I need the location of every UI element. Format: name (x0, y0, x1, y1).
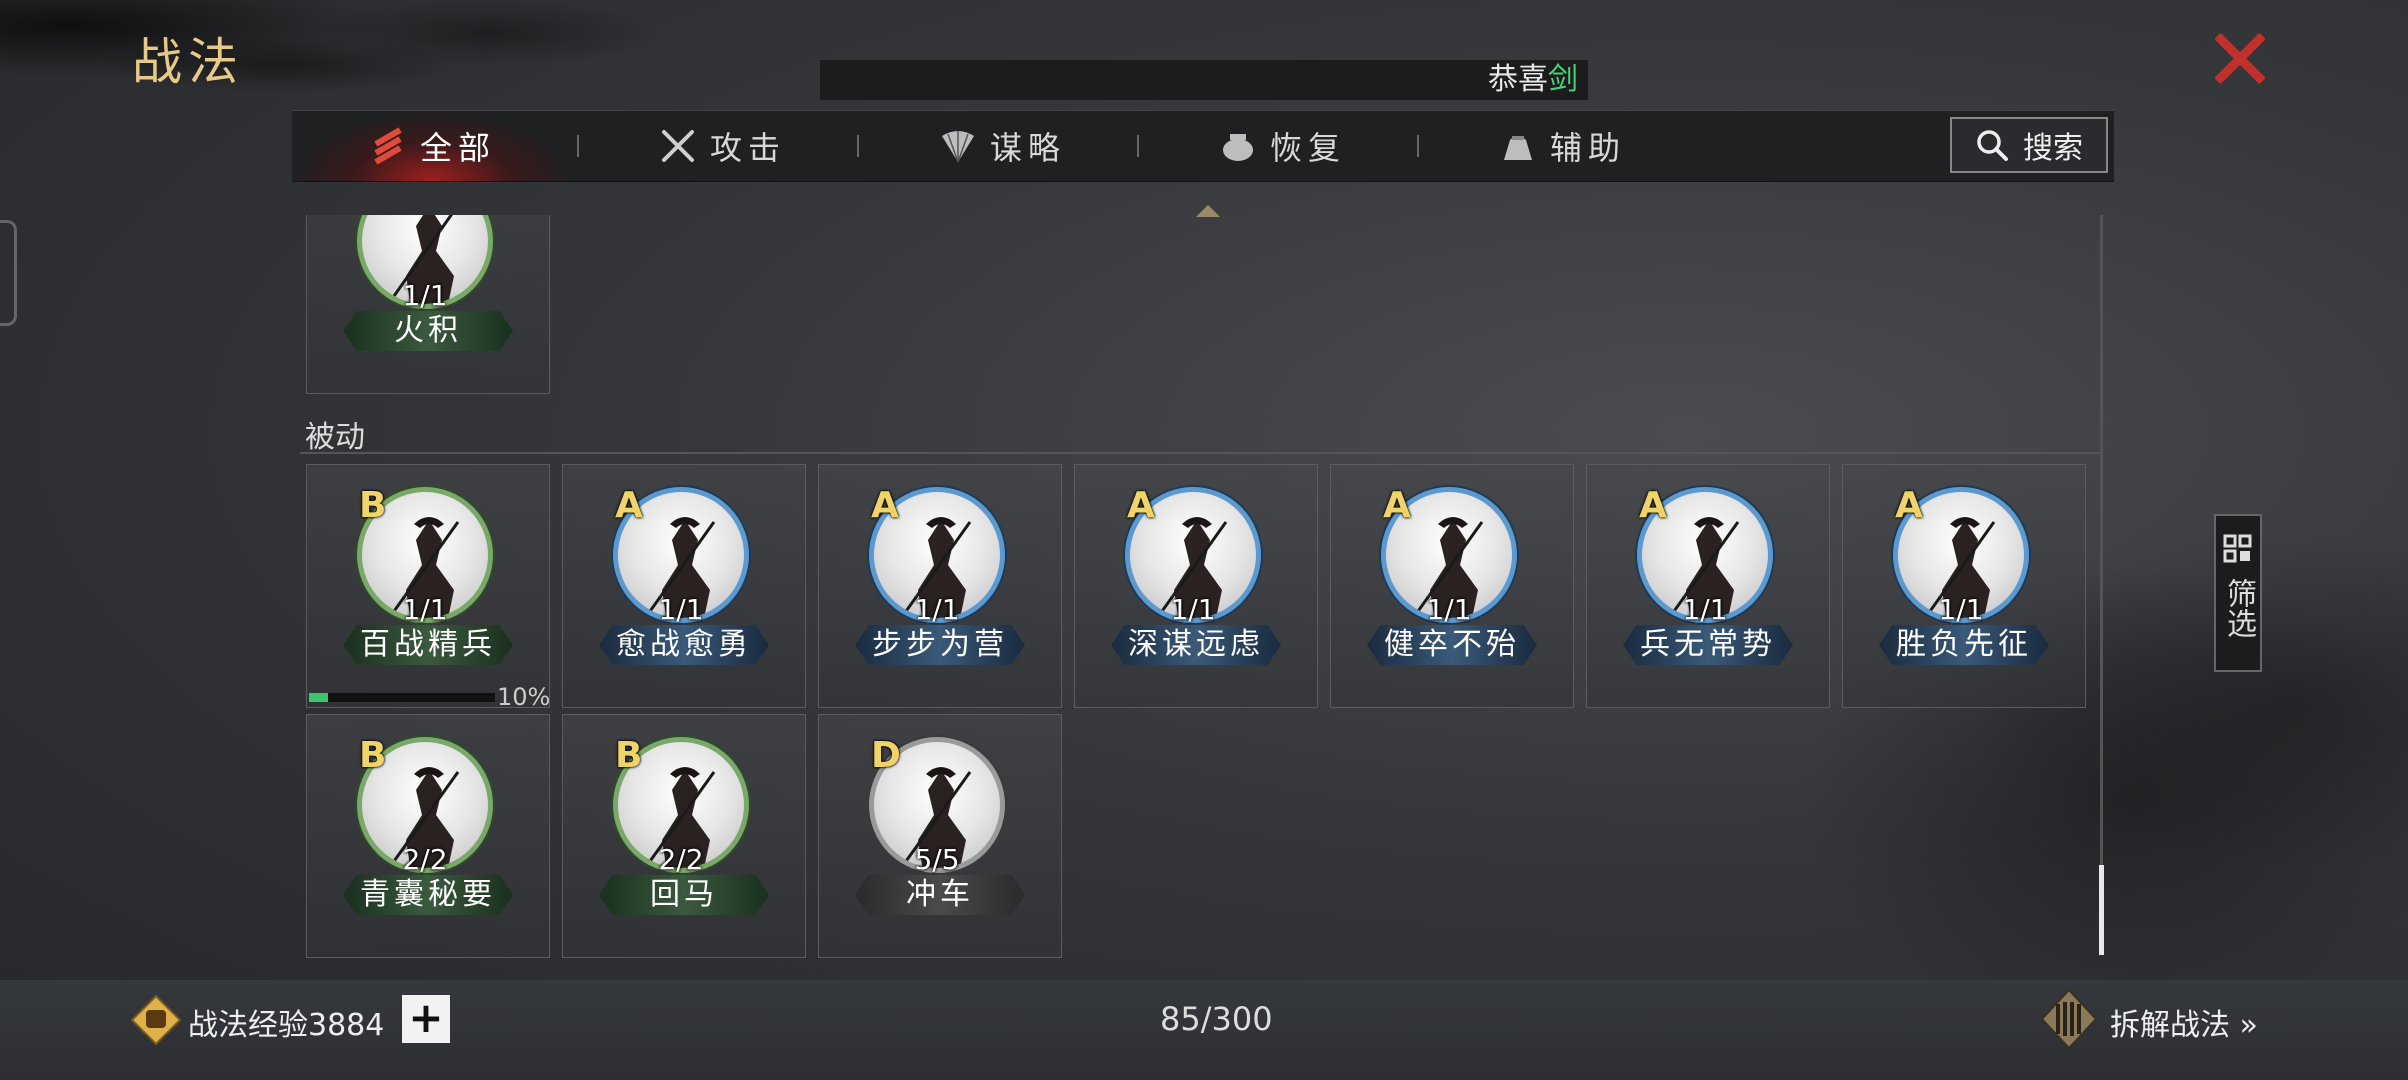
tactic-card[interactable]: A 1/1 兵无常势 (1586, 464, 1830, 708)
tactic-grade: D (871, 735, 901, 776)
filter-label: 筛选 (2221, 578, 2256, 638)
notice-highlight: 剑 (1548, 62, 1578, 97)
section-label-passive: 被动 (305, 420, 365, 455)
tactic-card[interactable]: B 1/1 百战精兵 10% (306, 464, 551, 711)
tactic-count: 2/2 (402, 843, 448, 876)
progress-label: 10% (497, 683, 551, 711)
tactic-card[interactable]: A 1/1 深谋远虑 (1074, 464, 1318, 708)
tactic-card[interactable]: B 2/2 回马 (562, 714, 806, 958)
tactic-name: 兵无常势 (1623, 625, 1793, 665)
decompose-tactics-button[interactable]: 拆解战法 » (2110, 1000, 2258, 1044)
search-button[interactable]: 搜索 (1950, 117, 2108, 173)
tactic-count: 2/2 (658, 843, 704, 876)
close-icon[interactable] (2210, 28, 2270, 88)
tactic-card[interactable]: A 1/1 愈战愈勇 (562, 464, 806, 708)
strategy-fan-icon (941, 131, 974, 163)
tactic-count: 1/1 (914, 593, 960, 626)
tactics-exp: 战法经验3884 (188, 1008, 385, 1043)
progress-track (309, 693, 495, 702)
crossed-swords-icon (661, 130, 694, 162)
tactic-count: 1/1 (658, 593, 704, 626)
filter-button[interactable]: 筛选 (2214, 514, 2262, 672)
tab-bar: 全部 攻击 谋略 恢复 辅助 (292, 110, 2114, 182)
tactic-grade: A (1639, 485, 1667, 526)
tactic-count: 5/5 (914, 843, 960, 876)
tactic-name: 步步为营 (855, 625, 1025, 665)
tactic-card[interactable]: A 1/1 健卒不殆 (1330, 464, 1574, 708)
tab-strategy[interactable]: 谋略 (862, 111, 1142, 181)
tactic-progress: 10% (307, 683, 551, 711)
tab-recovery[interactable]: 恢复 (1142, 111, 1422, 181)
tactic-name: 健卒不殆 (1367, 625, 1537, 665)
grid-icon (2223, 534, 2252, 563)
tactic-name: 冲车 (855, 875, 1025, 915)
scrollbar-track[interactable] (2100, 215, 2103, 955)
tactic-count: 1/1 (1938, 593, 1984, 626)
tactic-card[interactable]: B 1/1 火积 (306, 215, 550, 394)
tactic-name: 胜负先征 (1879, 625, 2049, 665)
scroll-bundle-icon (2040, 988, 2098, 1050)
tactic-count: 1/1 (1682, 593, 1728, 626)
tab-all[interactable]: 全部 (292, 111, 572, 181)
add-exp-button[interactable]: + (402, 995, 450, 1043)
tactics-capacity: 85/300 (1160, 1000, 1273, 1038)
tab-divider (1417, 135, 1419, 157)
decompose-label: 拆解战法 (2110, 1008, 2230, 1043)
tactic-card[interactable]: B 2/2 青囊秘要 (306, 714, 550, 958)
page-title: 战法 (132, 33, 244, 91)
tactic-card[interactable]: A 1/1 胜负先征 (1842, 464, 2086, 708)
tactic-name: 愈战愈勇 (599, 625, 769, 665)
progress-fill (309, 693, 328, 702)
tactic-name: 火积 (343, 311, 513, 351)
recovery-pot-icon (1222, 134, 1253, 161)
tab-all-label: 全部 (419, 129, 496, 167)
tactic-grade: B (615, 735, 643, 776)
double-chevron-right-icon: » (2239, 1008, 2258, 1043)
tactic-card[interactable]: D 5/5 冲车 (818, 714, 1062, 958)
section-divider (300, 452, 2100, 454)
tab-attack-label: 攻击 (709, 129, 786, 167)
tactic-name: 青囊秘要 (343, 875, 513, 915)
tactic-grade: A (1383, 485, 1411, 526)
tab-divider (577, 135, 579, 157)
search-icon (1977, 130, 2008, 161)
fist-badge-icon (130, 994, 182, 1046)
tab-recovery-label: 恢复 (1269, 129, 1346, 167)
notice-text: 恭喜 (1488, 62, 1548, 97)
tactic-count: 1/1 (1426, 593, 1472, 626)
tab-assist[interactable]: 辅助 (1422, 111, 1702, 181)
tactic-grade: B (359, 735, 387, 776)
tactic-count: 1/1 (402, 279, 448, 312)
assist-pouch-icon (1503, 136, 1532, 160)
tab-divider (857, 135, 859, 157)
tactic-grade: A (871, 485, 899, 526)
tab-divider (1137, 135, 1139, 157)
tactic-count: 1/1 (1170, 593, 1216, 626)
notice-banner: 恭喜剑 (820, 60, 1588, 100)
search-label: 搜索 (2023, 131, 2083, 166)
tactic-grade: A (615, 485, 643, 526)
all-tactics-icon (374, 127, 402, 165)
tactic-card[interactable]: A 1/1 步步为营 (818, 464, 1062, 708)
tab-assist-label: 辅助 (1549, 129, 1626, 167)
tab-attack[interactable]: 攻击 (582, 111, 862, 181)
side-drawer-handle[interactable] (0, 220, 17, 326)
tactic-grade: A (1895, 485, 1923, 526)
tactic-count: 1/1 (402, 593, 448, 626)
tactic-grade: A (1127, 485, 1155, 526)
tactic-name: 回马 (599, 875, 769, 915)
scrollbar-thumb[interactable] (2099, 865, 2104, 955)
tactic-grade: B (359, 485, 387, 526)
tab-strategy-label: 谋略 (989, 129, 1066, 167)
tactic-name: 百战精兵 (343, 625, 513, 665)
tactic-name: 深谋远虑 (1111, 625, 1281, 665)
